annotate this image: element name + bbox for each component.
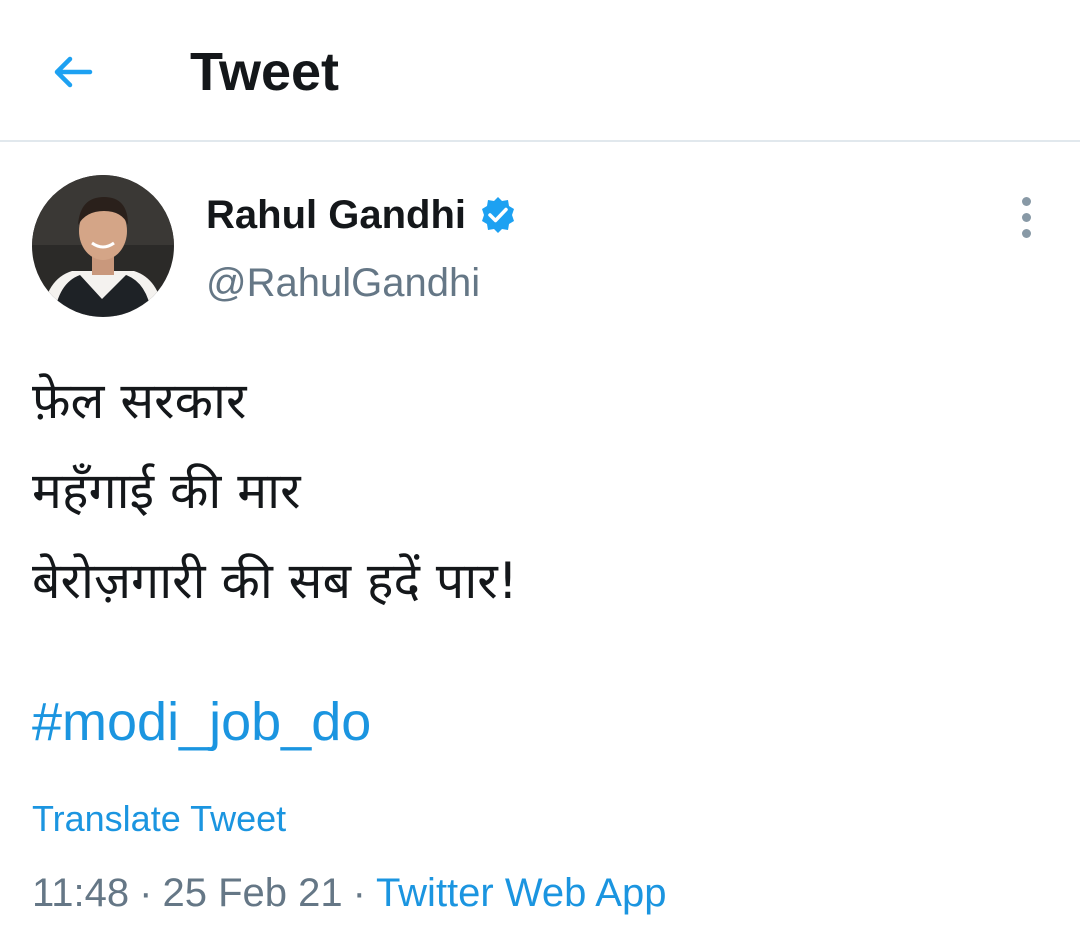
tweet-source-link[interactable]: Twitter Web App — [376, 871, 667, 915]
more-vertical-icon — [1021, 228, 1031, 238]
back-button[interactable] — [40, 40, 104, 104]
hashtag-link[interactable]: #modi_job_do — [32, 690, 371, 754]
tweet-date: 25 Feb 21 — [162, 871, 343, 915]
tweet-line: महँगाई की मार — [32, 462, 301, 520]
avatar-image — [32, 175, 174, 317]
verified-badge-icon — [482, 197, 514, 233]
more-options-button[interactable] — [1004, 192, 1048, 242]
meta-separator: · — [139, 871, 153, 915]
translate-tweet-link[interactable]: Translate Tweet — [32, 796, 286, 842]
tweet-metadata: 11:48 · 25 Feb 21 · Twitter Web App — [32, 868, 666, 918]
author-handle[interactable]: @RahulGandhi — [206, 258, 480, 308]
author-name-text: Rahul Gandhi — [206, 193, 466, 237]
meta-separator: · — [352, 871, 366, 915]
tweet-line: फ़ेल सरकार — [32, 372, 247, 430]
tweet-line: बेरोज़गारी की सब हदें पार! — [32, 552, 518, 610]
page-title: Tweet — [190, 42, 340, 102]
arrow-left-icon — [54, 56, 93, 88]
tweet-time: 11:48 — [32, 871, 130, 915]
author-name[interactable]: Rahul Gandhi — [206, 190, 518, 240]
more-vertical-icon — [1021, 212, 1031, 222]
more-vertical-icon — [1021, 196, 1031, 206]
tweet-text: फ़ेल सरकार महँगाई की मार बेरोज़गारी की स… — [32, 356, 1042, 626]
avatar[interactable] — [32, 175, 174, 317]
top-app-bar: Tweet — [0, 0, 1080, 142]
